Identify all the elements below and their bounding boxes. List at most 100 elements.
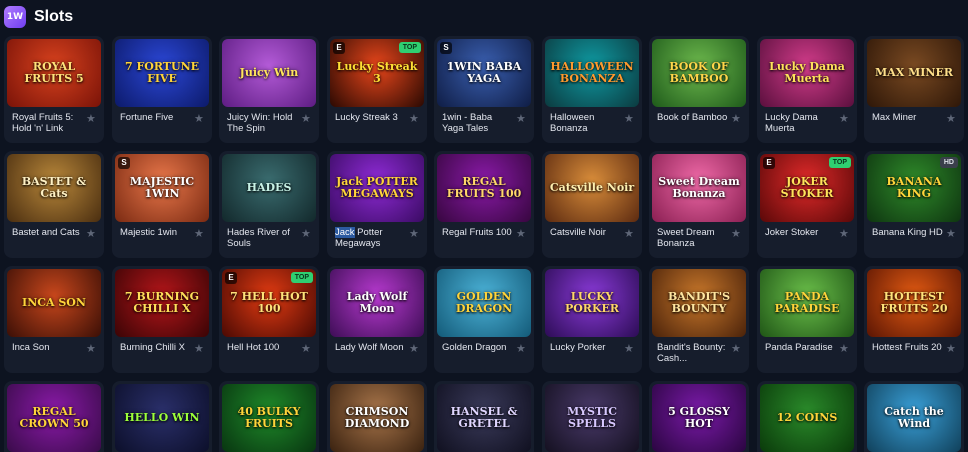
favorite-star-icon[interactable]: ★ <box>946 229 956 240</box>
game-name[interactable]: Fortune Five <box>120 112 192 123</box>
game-name[interactable]: Bastet and Cats <box>12 227 84 238</box>
game-card[interactable]: Sweet Dream Bonanza Sweet Dream Bonanza ★ <box>649 151 749 258</box>
game-thumbnail[interactable]: 7 BURNING CHILLI X <box>115 269 209 337</box>
game-card[interactable]: 40 BULKY FRUITS <box>219 381 319 452</box>
game-thumbnail[interactable]: 5 GLOSSY HOT <box>652 384 746 452</box>
game-card[interactable]: HELLO WIN <box>112 381 212 452</box>
game-thumbnail[interactable]: PANDA PARADISE <box>760 269 854 337</box>
game-thumbnail[interactable]: 12 COINS <box>760 384 854 452</box>
game-card[interactable]: REGAL CROWN 50 <box>4 381 104 452</box>
game-name[interactable]: Lucky Porker <box>550 342 622 353</box>
game-name[interactable]: Juicy Win: Hold The Spin <box>227 112 299 134</box>
favorite-star-icon[interactable]: ★ <box>301 344 311 355</box>
game-card[interactable]: BASTET & Cats Bastet and Cats ★ <box>4 151 104 258</box>
game-thumbnail[interactable]: MAX MINER <box>867 39 961 107</box>
game-thumbnail[interactable]: 7 FORTUNE FIVE <box>115 39 209 107</box>
favorite-star-icon[interactable]: ★ <box>86 114 96 125</box>
game-thumbnail[interactable]: Juicy Win <box>222 39 316 107</box>
game-card[interactable]: HANSEL & GRETEL <box>434 381 534 452</box>
game-card[interactable]: MAX MINER Max Miner ★ <box>864 36 964 143</box>
game-card[interactable]: 1WIN BABA YAGA S 1win - Baba Yaga Tales ★ <box>434 36 534 143</box>
game-thumbnail[interactable]: HALLOWEEN BONANZA <box>545 39 639 107</box>
game-card[interactable]: Catsville Noir Catsville Noir ★ <box>542 151 642 258</box>
game-name[interactable]: Hell Hot 100 <box>227 342 299 353</box>
game-thumbnail[interactable]: 7 HELL HOT 100 E TOP <box>222 269 316 337</box>
game-thumbnail[interactable]: CRIMSON DIAMOND <box>330 384 424 452</box>
favorite-star-icon[interactable]: ★ <box>86 344 96 355</box>
game-name[interactable]: Banana King HD <box>872 227 944 238</box>
game-name[interactable]: Max Miner <box>872 112 944 123</box>
game-name[interactable]: Golden Dragon <box>442 342 514 353</box>
game-card[interactable]: CRIMSON DIAMOND <box>327 381 427 452</box>
game-name[interactable]: Majestic 1win <box>120 227 192 238</box>
app-logo-icon[interactable]: 1W <box>4 6 26 28</box>
game-thumbnail[interactable]: Lucky Dama Muerta <box>760 39 854 107</box>
game-thumbnail[interactable]: 1WIN BABA YAGA S <box>437 39 531 107</box>
favorite-star-icon[interactable]: ★ <box>624 114 634 125</box>
game-card[interactable]: Lucky Streak 3 E TOP Lucky Streak 3 ★ <box>327 36 427 143</box>
game-card[interactable]: HALLOWEEN BONANZA Halloween Bonanza ★ <box>542 36 642 143</box>
favorite-star-icon[interactable]: ★ <box>731 114 741 125</box>
game-thumbnail[interactable]: BANANA KING HD <box>867 154 961 222</box>
game-thumbnail[interactable]: Sweet Dream Bonanza <box>652 154 746 222</box>
favorite-star-icon[interactable]: ★ <box>516 229 526 240</box>
game-name[interactable]: Jack Potter Megaways <box>335 227 407 249</box>
game-thumbnail[interactable]: MAJESTIC 1WIN S <box>115 154 209 222</box>
game-card[interactable]: 7 HELL HOT 100 E TOP Hell Hot 100 ★ <box>219 266 319 373</box>
game-thumbnail[interactable]: Catch the Wind <box>867 384 961 452</box>
game-card[interactable]: JOKER STOKER E TOP Joker Stoker ★ <box>757 151 857 258</box>
game-name[interactable]: Halloween Bonanza <box>550 112 622 134</box>
favorite-star-icon[interactable]: ★ <box>946 344 956 355</box>
game-card[interactable]: LUCKY PORKER Lucky Porker ★ <box>542 266 642 373</box>
favorite-star-icon[interactable]: ★ <box>301 229 311 240</box>
favorite-star-icon[interactable]: ★ <box>516 344 526 355</box>
favorite-star-icon[interactable]: ★ <box>839 344 849 355</box>
game-card[interactable]: MAJESTIC 1WIN S Majestic 1win ★ <box>112 151 212 258</box>
game-name[interactable]: Catsville Noir <box>550 227 622 238</box>
game-card[interactable]: 5 GLOSSY HOT <box>649 381 749 452</box>
game-card[interactable]: PANDA PARADISE Panda Paradise ★ <box>757 266 857 373</box>
game-card[interactable]: Juicy Win Juicy Win: Hold The Spin ★ <box>219 36 319 143</box>
game-name[interactable]: 1win - Baba Yaga Tales <box>442 112 514 134</box>
game-name[interactable]: Hottest Fruits 20 <box>872 342 944 353</box>
game-card[interactable]: HOTTEST FRUITS 20 Hottest Fruits 20 ★ <box>864 266 964 373</box>
favorite-star-icon[interactable]: ★ <box>731 344 741 355</box>
favorite-star-icon[interactable]: ★ <box>516 114 526 125</box>
game-name[interactable]: Regal Fruits 100 <box>442 227 514 238</box>
game-card[interactable]: BANDIT'S BOUNTY Bandit's Bounty: Cash... ★ <box>649 266 749 373</box>
game-thumbnail[interactable]: Catsville Noir <box>545 154 639 222</box>
favorite-star-icon[interactable]: ★ <box>194 344 204 355</box>
game-thumbnail[interactable]: JOKER STOKER E TOP <box>760 154 854 222</box>
game-name[interactable]: Inca Son <box>12 342 84 353</box>
favorite-star-icon[interactable]: ★ <box>839 114 849 125</box>
game-thumbnail[interactable]: BANDIT'S BOUNTY <box>652 269 746 337</box>
game-name[interactable]: Lady Wolf Moon <box>335 342 407 353</box>
game-thumbnail[interactable]: BOOK OF BAMBOO <box>652 39 746 107</box>
game-card[interactable]: HADES Hades River of Souls ★ <box>219 151 319 258</box>
game-thumbnail[interactable]: ROYAL FRUITS 5 <box>7 39 101 107</box>
game-name[interactable]: Panda Paradise <box>765 342 837 353</box>
game-thumbnail[interactable]: HELLO WIN <box>115 384 209 452</box>
game-card[interactable]: Lady Wolf Moon Lady Wolf Moon ★ <box>327 266 427 373</box>
favorite-star-icon[interactable]: ★ <box>301 114 311 125</box>
game-name[interactable]: Lucky Streak 3 <box>335 112 407 123</box>
game-card[interactable]: GOLDEN DRAGON Golden Dragon ★ <box>434 266 534 373</box>
favorite-star-icon[interactable]: ★ <box>624 229 634 240</box>
game-name[interactable]: Lucky Dama Muerta <box>765 112 837 134</box>
game-thumbnail[interactable]: LUCKY PORKER <box>545 269 639 337</box>
game-name[interactable]: Burning Chilli X <box>120 342 192 353</box>
game-card[interactable]: MYSTIC SPELLS <box>542 381 642 452</box>
game-name[interactable]: Sweet Dream Bonanza <box>657 227 729 249</box>
game-thumbnail[interactable]: INCA SON <box>7 269 101 337</box>
game-card[interactable]: Lucky Dama Muerta Lucky Dama Muerta ★ <box>757 36 857 143</box>
favorite-star-icon[interactable]: ★ <box>409 344 419 355</box>
favorite-star-icon[interactable]: ★ <box>194 229 204 240</box>
game-name[interactable]: Bandit's Bounty: Cash... <box>657 342 729 364</box>
game-name[interactable]: Joker Stoker <box>765 227 837 238</box>
game-thumbnail[interactable]: HANSEL & GRETEL <box>437 384 531 452</box>
game-card[interactable]: REGAL FRUITS 100 Regal Fruits 100 ★ <box>434 151 534 258</box>
favorite-star-icon[interactable]: ★ <box>86 229 96 240</box>
favorite-star-icon[interactable]: ★ <box>624 344 634 355</box>
game-card[interactable]: Catch the Wind <box>864 381 964 452</box>
game-thumbnail[interactable]: GOLDEN DRAGON <box>437 269 531 337</box>
